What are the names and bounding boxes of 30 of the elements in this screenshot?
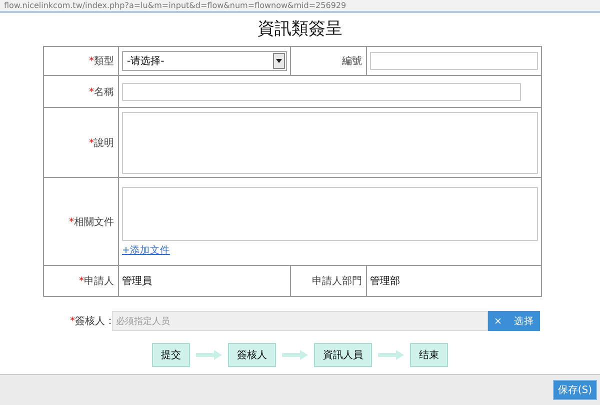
flow-step: 簽核人 [228, 343, 276, 367]
flow-step: 提交 [152, 343, 190, 367]
flow-step: 结束 [410, 343, 448, 367]
add-file-link[interactable]: +添加文件 [122, 244, 538, 256]
form-title: 資訊類簽呈 [256, 18, 344, 40]
select-button[interactable]: × 选择 [488, 311, 540, 331]
field-label: *說明 [89, 136, 114, 150]
arrow-icon [378, 350, 404, 360]
field-label: *申請人 [79, 274, 114, 288]
approver-field[interactable]: 必须指定人员 [112, 311, 488, 331]
field-label: 申請人部門 [312, 274, 362, 288]
caret-icon [276, 59, 282, 63]
field-label: *類型 [89, 54, 114, 68]
approver-label: *簽核人： [70, 314, 112, 328]
field-value: 管理員 [122, 275, 153, 288]
field-label: *名稱 [89, 86, 114, 98]
field-label: 編號 [342, 54, 362, 68]
arrow-icon [196, 350, 222, 360]
input-field[interactable] [122, 82, 521, 100]
type-dropdown[interactable]: -请选择- [122, 51, 287, 71]
url-text: flow.nicelinkcom.tw/index.php?a=lu&m=input&d=flow&num=flownow&mid=256929 [4, 0, 346, 10]
field-label: *相關文件 [69, 216, 114, 228]
input-field[interactable] [370, 52, 538, 70]
text-area[interactable] [122, 112, 538, 174]
save-button[interactable]: 保存(S) [552, 380, 597, 400]
flow-step: 資訊人員 [314, 343, 372, 367]
file-area[interactable] [122, 186, 538, 240]
address-bar[interactable]: flow.nicelinkcom.tw/index.php?a=lu&m=input&d=flow&num=flownow&mid=256929 [0, 0, 600, 13]
field-value: 管理部 [370, 274, 401, 288]
arrow-icon [282, 350, 308, 360]
